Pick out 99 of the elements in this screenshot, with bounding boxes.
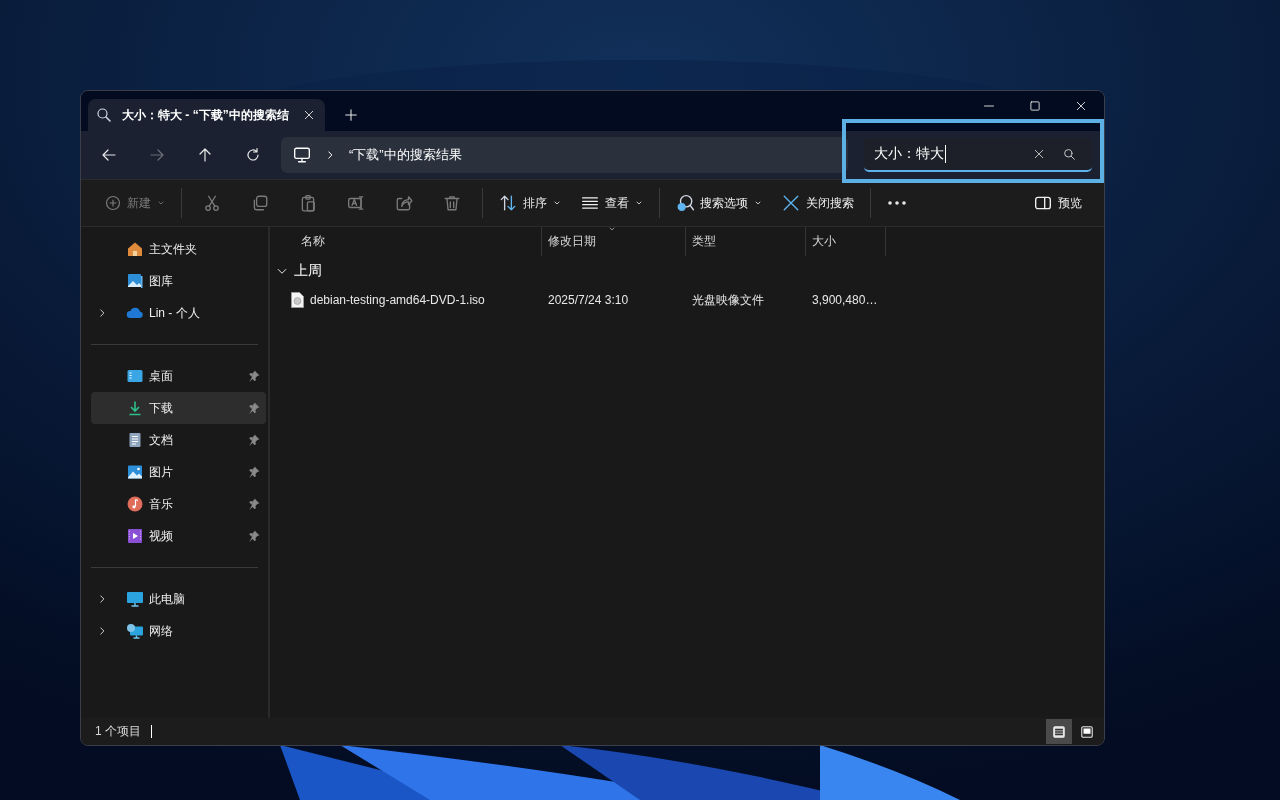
column-header[interactable]: 修改日期 xyxy=(542,227,686,256)
toolbar-button[interactable]: 排序 xyxy=(489,186,571,220)
sidebar-label: 音乐 xyxy=(149,495,174,513)
search-field[interactable]: 大小：特大 xyxy=(864,138,1092,172)
music-icon xyxy=(127,496,143,512)
sidebar-label: 下载 xyxy=(149,399,174,417)
pin-icon xyxy=(248,434,260,446)
pin-icon xyxy=(248,530,260,542)
gallery-icon xyxy=(127,273,143,289)
sidebar-label: 此电脑 xyxy=(149,590,186,608)
group-header[interactable]: 上周 xyxy=(270,256,1104,286)
rename-icon xyxy=(347,194,365,212)
caret-down-icon xyxy=(754,199,762,207)
plus-icon xyxy=(344,108,358,122)
copy-icon xyxy=(251,194,269,212)
pin-icon xyxy=(248,402,260,414)
file-name[interactable]: debian-testing-amd64-DVD-1.iso xyxy=(310,293,485,307)
sidebar-item[interactable]: Lin - 个人 xyxy=(91,297,266,329)
house-icon xyxy=(127,241,143,257)
table-cell-text: 2025/7/24 3:10 xyxy=(547,293,630,307)
sidebar-item[interactable]: 此电脑 xyxy=(91,583,266,615)
disc-file-icon xyxy=(291,292,304,308)
desktop-icon xyxy=(127,368,143,384)
toolbar-button[interactable]: 查看 xyxy=(571,186,653,220)
close-icon xyxy=(1075,100,1087,112)
sidebar-item[interactable]: 下载 xyxy=(91,392,266,424)
document-icon xyxy=(127,432,143,448)
address-path: “下载”中的搜索结果 xyxy=(349,146,462,164)
chevron-right-icon xyxy=(97,626,107,636)
sidebar-item[interactable]: 音乐 xyxy=(91,488,266,520)
chevron-right-icon xyxy=(325,150,335,160)
table-cell-text: 光盘映像文件 xyxy=(691,291,765,309)
refresh-icon xyxy=(245,147,261,163)
network-icon xyxy=(126,623,144,639)
sidebar-item[interactable]: 文档 xyxy=(91,424,266,456)
caret-down-icon xyxy=(608,225,616,233)
video-icon xyxy=(127,528,143,544)
large-icons-view-icon xyxy=(1080,723,1094,740)
chevron-right-icon xyxy=(97,308,107,318)
maximize-icon xyxy=(1029,100,1041,112)
sidebar-label: 图库 xyxy=(149,272,174,290)
sidebar-item[interactable]: 图片 xyxy=(91,456,266,488)
search-options-icon xyxy=(676,194,694,212)
sidebar-label: 桌面 xyxy=(149,367,174,385)
search-icon xyxy=(1062,147,1076,161)
close-icon xyxy=(303,109,315,121)
column-header[interactable]: 类型 xyxy=(686,227,806,256)
share-icon xyxy=(395,194,413,212)
details-view-button[interactable] xyxy=(1046,719,1072,744)
sidebar-label: 文档 xyxy=(149,431,174,449)
pin-icon xyxy=(248,498,260,510)
sort-arrows-icon xyxy=(499,194,517,212)
computer-icon xyxy=(126,591,144,607)
more-icon xyxy=(887,200,907,206)
window-tab[interactable]: 大小：特大 - “下载”中的搜索结 xyxy=(88,99,325,131)
column-header[interactable]: 名称 xyxy=(270,227,542,256)
address-bar[interactable]: “下载”中的搜索结果 xyxy=(281,137,848,173)
toolbar-button[interactable]: 关闭搜索 xyxy=(772,186,864,220)
caret-down-icon xyxy=(553,199,561,207)
chevron-right-icon xyxy=(97,594,107,604)
table-cell-text: 3,900,480… xyxy=(811,293,879,307)
close-search-icon xyxy=(782,194,800,212)
monitor-icon xyxy=(293,146,311,164)
column-header[interactable]: 大小 xyxy=(806,227,886,256)
caret-down-icon xyxy=(635,199,643,207)
sidebar-label: 图片 xyxy=(149,463,174,481)
details-view-icon xyxy=(1052,723,1066,740)
sidebar-item[interactable]: 主文件夹 xyxy=(91,233,266,265)
sidebar-label: 网络 xyxy=(149,622,174,640)
trash-icon xyxy=(443,194,461,212)
tab-title: 大小：特大 - “下载”中的搜索结 xyxy=(122,106,290,124)
clipboard-icon xyxy=(299,194,317,212)
sidebar-label: 视频 xyxy=(149,527,174,545)
item-count: 1 个项目 xyxy=(95,723,141,740)
forward-arrow-icon xyxy=(149,147,165,163)
sidebar-item[interactable]: 视频 xyxy=(91,520,266,552)
up-arrow-icon xyxy=(197,147,213,163)
pin-icon xyxy=(248,466,260,478)
download-icon xyxy=(127,400,143,416)
pin-icon xyxy=(248,370,260,382)
toolbar-button[interactable]: 搜索选项 xyxy=(666,186,772,220)
close-tab-button[interactable] xyxy=(303,109,315,121)
search-query: 大小：特大 xyxy=(874,145,946,163)
preview-button[interactable]: 预览 xyxy=(1024,186,1092,220)
sidebar-item[interactable]: 图库 xyxy=(91,265,266,297)
search-icon xyxy=(96,107,112,123)
preview-pane-icon xyxy=(1034,194,1052,212)
scissors-icon xyxy=(203,194,221,212)
close-icon xyxy=(1033,148,1045,160)
lines-icon xyxy=(581,194,599,212)
cloud-icon xyxy=(126,305,144,321)
sidebar-label: Lin - 个人 xyxy=(149,304,201,322)
sidebar-label: 主文件夹 xyxy=(149,240,198,258)
plus-circle-icon xyxy=(105,195,121,211)
sidebar-item[interactable]: 桌面 xyxy=(91,360,266,392)
caret-down-icon xyxy=(157,199,165,207)
sidebar-item[interactable]: 网络 xyxy=(91,615,266,647)
back-arrow-icon xyxy=(101,147,117,163)
picture-icon xyxy=(127,464,143,480)
